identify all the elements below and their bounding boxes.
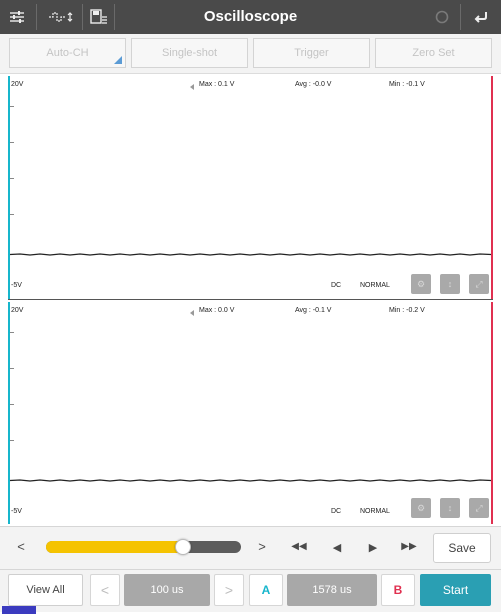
start-button[interactable]: Start — [420, 574, 491, 606]
gear-icon: ⚙ — [416, 502, 426, 513]
scroll-left-icon — [190, 310, 194, 316]
coupling-label: DC — [331, 282, 342, 289]
timebase-decrease-button[interactable]: < — [90, 574, 120, 606]
timebase-value: 100 us — [124, 574, 210, 606]
expand-icon: ⤢ — [475, 502, 483, 513]
auto-ch-label: Auto-CH — [46, 47, 89, 59]
min-readout: Min : -0.1 V — [389, 81, 425, 88]
grid-mark — [10, 440, 14, 441]
coupling-label: DC — [331, 508, 342, 515]
mode-label: NORMAL — [360, 508, 390, 515]
grid-mark — [10, 404, 14, 405]
grid-mark — [10, 214, 14, 215]
avg-readout: Avg : -0.0 V — [295, 81, 332, 88]
bottom-voltage-label: -5V — [11, 282, 22, 289]
cursor-a-line[interactable] — [8, 302, 10, 524]
step-forward-button[interactable]: ▶ — [364, 541, 382, 554]
single-shot-button[interactable]: Single-shot — [131, 38, 248, 68]
divider — [36, 4, 37, 30]
scroll-left-icon — [190, 84, 194, 90]
back-icon[interactable] — [470, 6, 492, 28]
settings-sliders-icon[interactable] — [6, 6, 28, 28]
cursor-b-line[interactable] — [491, 302, 493, 524]
cursor-b-line[interactable] — [491, 76, 493, 300]
fast-back-button[interactable]: ◀◀ — [290, 541, 308, 552]
mode-label: NORMAL — [360, 282, 390, 289]
save-file-icon[interactable] — [88, 6, 110, 28]
slider-knob[interactable] — [175, 539, 191, 555]
updown-icon: ↕ — [447, 279, 453, 289]
min-readout: Min : -0.2 V — [389, 307, 425, 314]
cursor-delta-value: 1578 us — [287, 574, 377, 606]
avg-readout: Avg : -0.1 V — [295, 307, 332, 314]
expand-button[interactable]: ⤢ — [469, 274, 489, 294]
channel-2-panel[interactable]: 20V Max : 0.0 V Avg : -0.1 V Min : -0.2 … — [8, 302, 493, 524]
function-toolbar: Auto-CH Single-shot Trigger Zero Set — [0, 34, 501, 74]
grid-mark — [10, 178, 14, 179]
timebase-increase-button[interactable]: > — [214, 574, 244, 606]
time-slider[interactable] — [46, 541, 241, 553]
grid-mark — [10, 142, 14, 143]
slider-prev-button[interactable]: < — [12, 539, 30, 554]
save-button[interactable]: Save — [433, 533, 491, 563]
channel-adjust-button[interactable]: ↕ — [440, 274, 460, 294]
view-all-button[interactable]: View All — [8, 574, 83, 606]
divider — [460, 4, 461, 30]
step-back-button[interactable]: ◀ — [328, 541, 346, 554]
zero-set-button[interactable]: Zero Set — [375, 38, 492, 68]
divider — [114, 4, 115, 30]
expand-icon: ⤢ — [475, 278, 483, 289]
refresh-icon[interactable] — [431, 6, 453, 28]
updown-icon: ↕ — [447, 503, 453, 513]
grid-mark — [10, 106, 14, 107]
playback-controls: < > ◀◀ ◀ ▶ ▶▶ Save — [0, 526, 501, 569]
gear-icon: ⚙ — [416, 278, 426, 289]
divider — [82, 4, 83, 30]
top-voltage-label: 20V — [11, 307, 24, 314]
channel-settings-button[interactable]: ⚙ — [411, 498, 431, 518]
cursor-a-button[interactable]: A — [249, 574, 283, 606]
dropdown-corner-icon — [114, 56, 122, 64]
slider-fill — [46, 541, 183, 553]
expand-button[interactable]: ⤢ — [469, 498, 489, 518]
time-axis — [8, 299, 493, 300]
cursor-b-button[interactable]: B — [381, 574, 415, 606]
channel-1-panel[interactable]: 20V Max : 0.1 V Avg : -0.0 V Min : -0.1 … — [8, 76, 493, 300]
bottom-voltage-label: -5V — [11, 508, 22, 515]
max-readout: Max : 0.1 V — [199, 81, 235, 88]
waveform-icon[interactable] — [46, 6, 76, 28]
channel-settings-button[interactable]: ⚙ — [411, 274, 431, 294]
max-readout: Max : 0.0 V — [199, 307, 235, 314]
fast-forward-button[interactable]: ▶▶ — [400, 541, 418, 552]
channel-adjust-button[interactable]: ↕ — [440, 498, 460, 518]
channel-2-trace — [10, 479, 491, 482]
auto-ch-button[interactable]: Auto-CH — [9, 38, 126, 68]
trigger-button[interactable]: Trigger — [253, 38, 370, 68]
channel-1-trace — [10, 253, 491, 256]
top-voltage-label: 20V — [11, 81, 24, 88]
slider-next-button[interactable]: > — [253, 539, 271, 554]
cursor-a-line[interactable] — [8, 76, 10, 300]
grid-mark — [10, 332, 14, 333]
title-bar: Oscilloscope — [0, 0, 501, 34]
grid-mark — [10, 368, 14, 369]
bottom-toolbar: View All < 100 us > A 1578 us B Start — [0, 569, 501, 612]
status-marker — [2, 606, 36, 614]
